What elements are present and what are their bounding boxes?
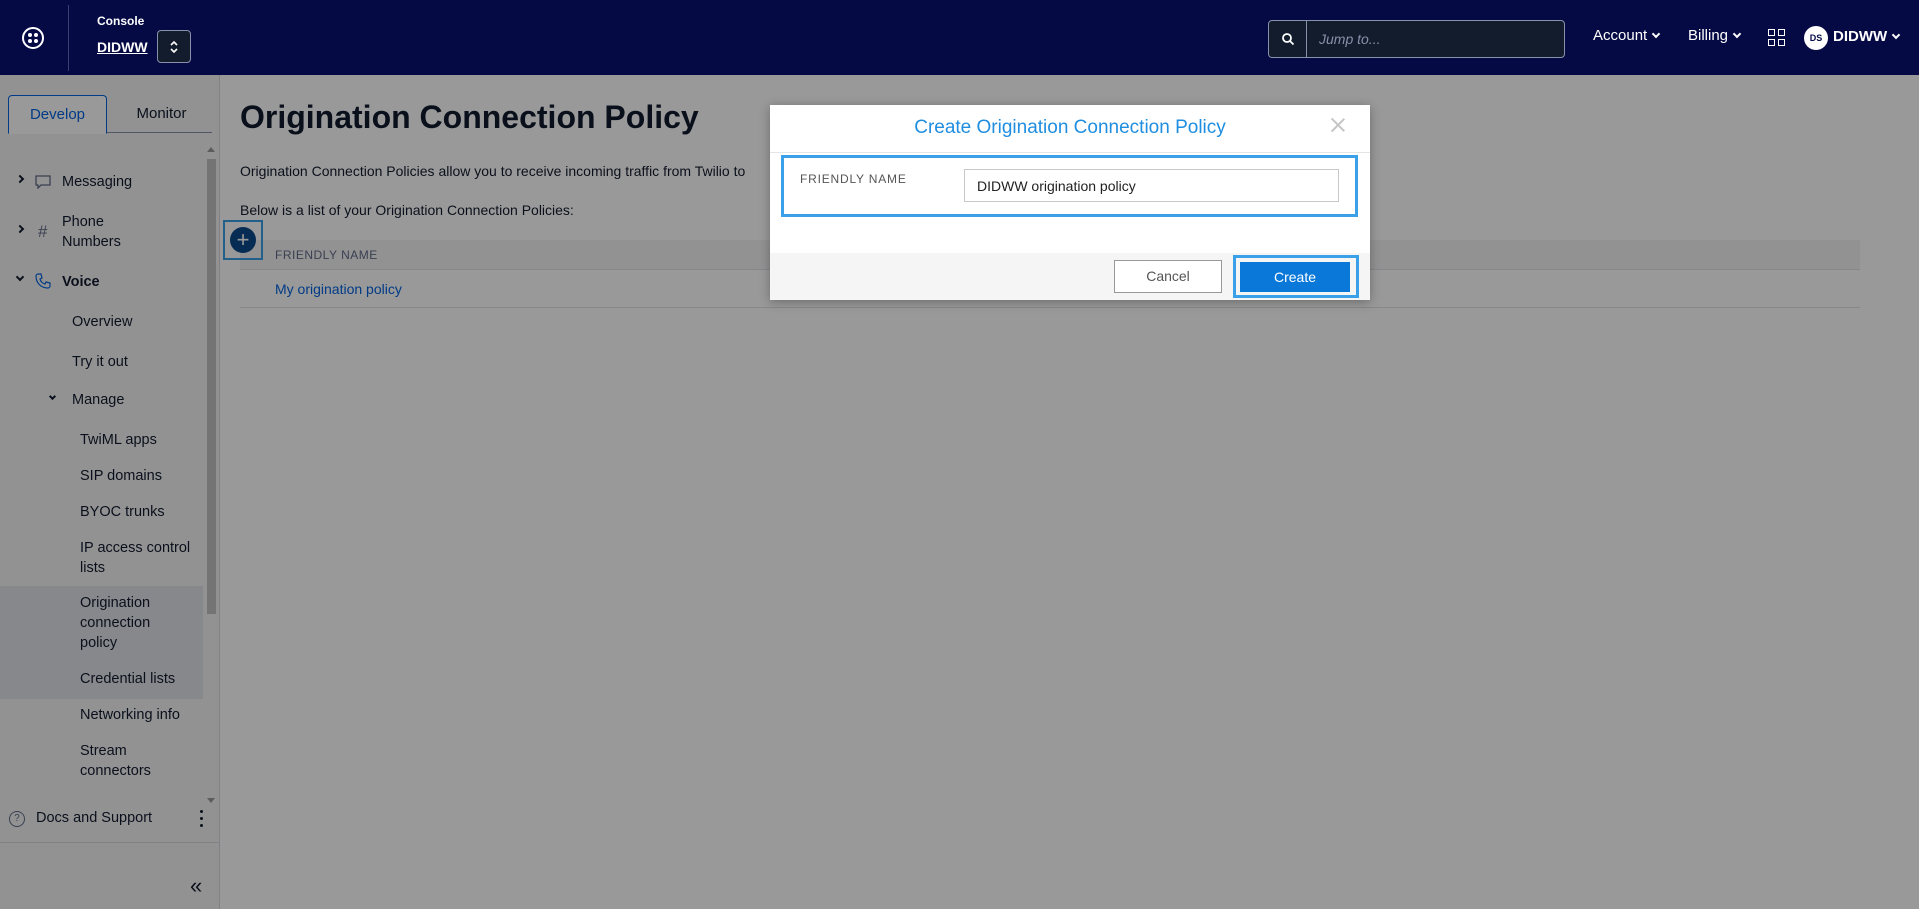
chevron-down-icon — [1651, 29, 1661, 39]
chevron-down-icon — [1732, 29, 1742, 39]
account-menu[interactable]: Account — [1593, 27, 1661, 44]
account-menu-label: Account — [1593, 27, 1648, 44]
search-input[interactable] — [1307, 21, 1564, 57]
app-grid-icon[interactable] — [1768, 29, 1786, 47]
dialog-footer: Cancel Create — [770, 253, 1370, 300]
friendly-name-label: FRIENDLY NAME — [800, 172, 907, 186]
friendly-name-input[interactable] — [964, 169, 1339, 202]
friendly-name-field-highlight: FRIENDLY NAME — [781, 155, 1358, 217]
divider — [68, 5, 69, 71]
create-button[interactable]: Create — [1240, 262, 1350, 292]
user-menu[interactable]: DIDWW — [1833, 28, 1901, 45]
billing-menu[interactable]: Billing — [1688, 27, 1742, 44]
account-switcher-button[interactable] — [157, 30, 191, 63]
divider — [770, 152, 1370, 153]
chevron-down-icon — [1891, 30, 1901, 40]
billing-menu-label: Billing — [1688, 27, 1729, 44]
close-icon[interactable] — [1330, 117, 1346, 133]
jump-to-search — [1268, 20, 1565, 58]
chevron-up-down-icon — [170, 40, 178, 54]
console-label: Console — [97, 14, 145, 28]
user-name-label: DIDWW — [1833, 28, 1888, 45]
create-policy-dialog: Create Origination Connection Policy FRI… — [770, 105, 1370, 300]
create-button-highlight: Create — [1233, 255, 1359, 298]
avatar[interactable]: DS — [1804, 26, 1828, 50]
cancel-button[interactable]: Cancel — [1114, 260, 1222, 293]
account-name-link[interactable]: DIDWW — [97, 39, 148, 55]
top-navigation-bar: Console DIDWW Account Billing DS DIDWW — [0, 0, 1919, 75]
twilio-logo-icon[interactable] — [22, 27, 44, 49]
search-icon[interactable] — [1269, 21, 1307, 57]
dialog-title: Create Origination Connection Policy — [914, 117, 1226, 138]
